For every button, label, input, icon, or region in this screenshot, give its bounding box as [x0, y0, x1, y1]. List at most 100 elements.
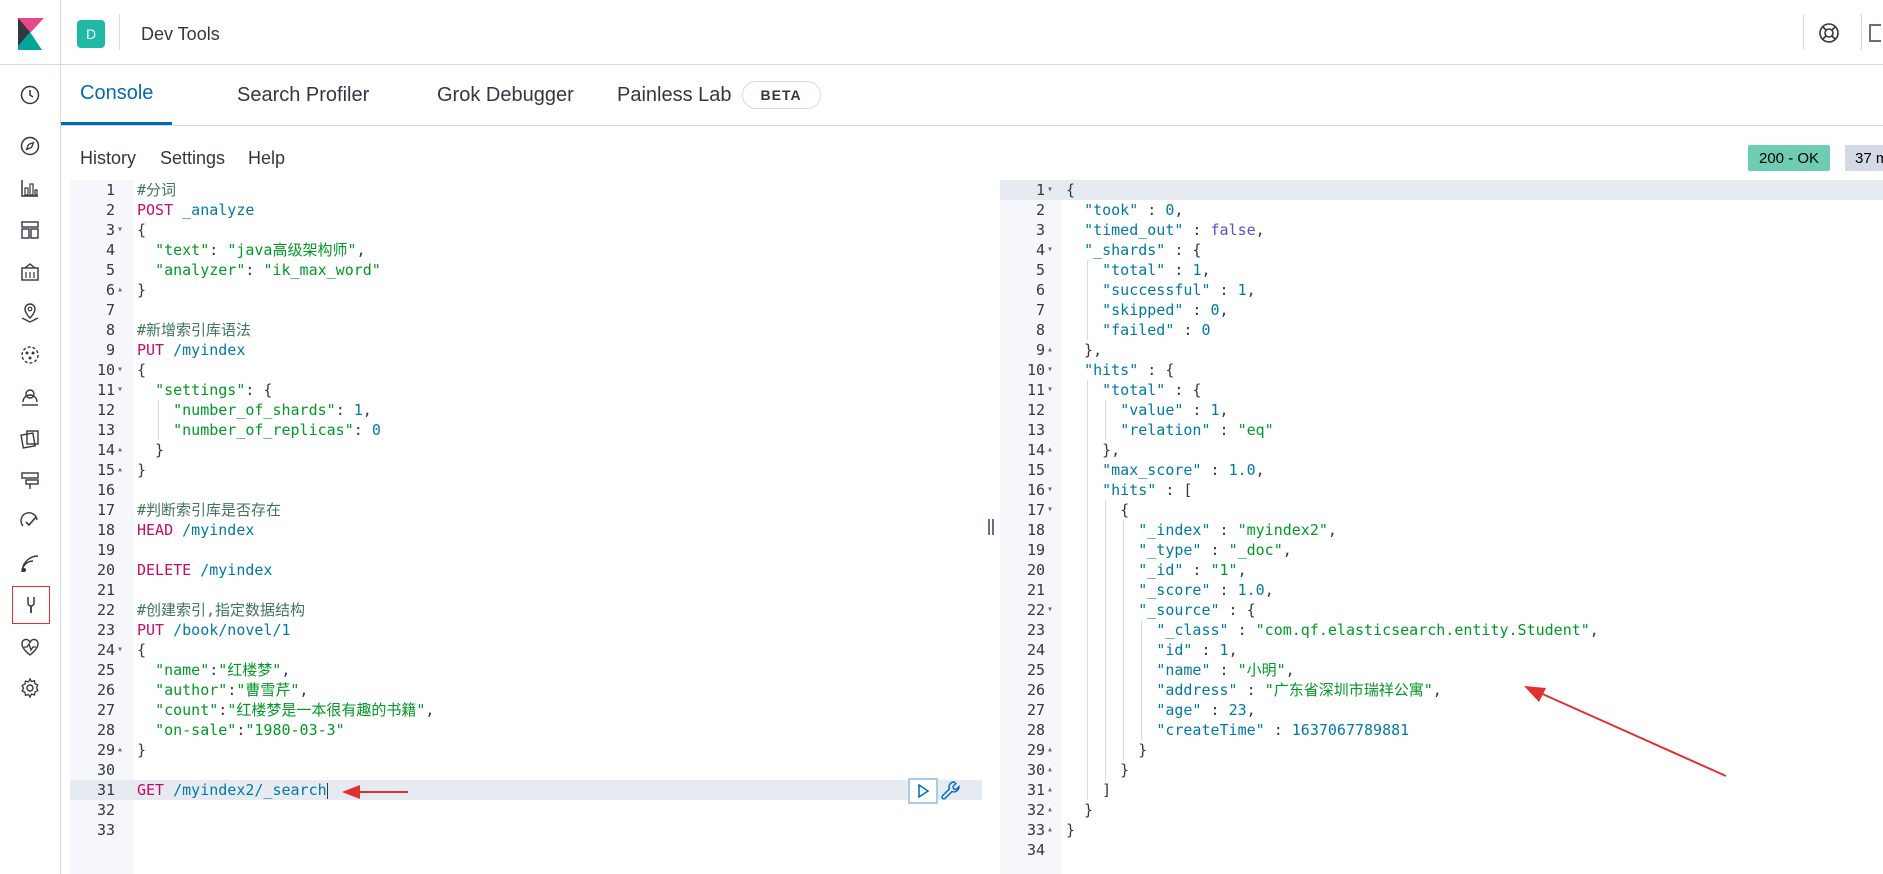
- code-line[interactable]: 28 "on-sale":"1980-03-3": [70, 720, 982, 740]
- code-line[interactable]: 33 ▴}: [1000, 820, 1883, 840]
- help-button[interactable]: Help: [248, 148, 285, 169]
- code-line[interactable]: 25 "name":"红楼梦",: [70, 660, 982, 680]
- tab-painless-lab[interactable]: Painless Lab BETA: [598, 65, 840, 125]
- newsfeed-icon[interactable]: [1869, 24, 1881, 42]
- tab-grok-debugger[interactable]: Grok Debugger: [418, 65, 593, 125]
- fold-toggle-icon[interactable]: ▾: [117, 220, 129, 240]
- code-line[interactable]: 1 #分词: [70, 180, 982, 200]
- code-line[interactable]: 19 "_type" : "_doc",: [1000, 540, 1883, 560]
- fold-toggle-icon[interactable]: ▾: [117, 640, 129, 660]
- fold-toggle-icon[interactable]: ▴: [1047, 740, 1059, 760]
- fold-toggle-icon[interactable]: ▾: [1047, 600, 1059, 620]
- maps-nav-button[interactable]: [15, 298, 45, 328]
- management-nav-button[interactable]: [15, 673, 45, 703]
- code-line[interactable]: 24 "id" : 1,: [1000, 640, 1883, 660]
- fold-toggle-icon[interactable]: ▴: [117, 440, 129, 460]
- code-line[interactable]: 22 #创建索引,指定数据结构: [70, 600, 982, 620]
- code-line[interactable]: 7 "skipped" : 0,: [1000, 300, 1883, 320]
- code-line[interactable]: 31 ▴ ]: [1000, 780, 1883, 800]
- code-line[interactable]: 4 ▾ "_shards" : {: [1000, 240, 1883, 260]
- code-line[interactable]: 13 "number_of_replicas": 0: [70, 420, 982, 440]
- code-line[interactable]: 32: [70, 800, 982, 820]
- code-line[interactable]: 29 ▴ }: [1000, 740, 1883, 760]
- code-line[interactable]: 14 ▴ },: [1000, 440, 1883, 460]
- fold-toggle-icon[interactable]: ▾: [1047, 360, 1059, 380]
- dashboard-nav-button[interactable]: [15, 215, 45, 245]
- code-line[interactable]: 11 ▾ "total" : {: [1000, 380, 1883, 400]
- code-line[interactable]: 3 "timed_out" : false,: [1000, 220, 1883, 240]
- code-line[interactable]: 1 ▾ {: [1000, 180, 1883, 200]
- code-line[interactable]: 3 ▾ {: [70, 220, 982, 240]
- code-line[interactable]: 32 ▴ }: [1000, 800, 1883, 820]
- tab-console[interactable]: Console: [61, 65, 173, 125]
- code-line[interactable]: 25 "name" : "小明",: [1000, 660, 1883, 680]
- code-line[interactable]: 14 ▴ }: [70, 440, 982, 460]
- code-line[interactable]: 5 "total" : 1,: [1000, 260, 1883, 280]
- code-line[interactable]: 18 "_index" : "myindex2",: [1000, 520, 1883, 540]
- history-button[interactable]: History: [80, 148, 136, 169]
- monitoring-nav-button[interactable]: [15, 632, 45, 662]
- fold-toggle-icon[interactable]: ▾: [1047, 480, 1059, 500]
- code-line[interactable]: 28 "createTime" : 1637067789881: [1000, 720, 1883, 740]
- pane-resizer[interactable]: [982, 180, 1000, 874]
- visualize-nav-button[interactable]: [15, 173, 45, 203]
- code-line[interactable]: 10 ▾ "hits" : {: [1000, 360, 1883, 380]
- canvas-nav-button[interactable]: [15, 257, 45, 287]
- code-line[interactable]: 6 "successful" : 1,: [1000, 280, 1883, 300]
- code-line[interactable]: 21 "_score" : 1.0,: [1000, 580, 1883, 600]
- code-line[interactable]: 22 ▾ "_source" : {: [1000, 600, 1883, 620]
- ml-nav-button[interactable]: [15, 340, 45, 370]
- code-line[interactable]: 6 ▴}: [70, 280, 982, 300]
- code-line[interactable]: 11 ▾ "settings": {: [70, 380, 982, 400]
- fold-toggle-icon[interactable]: ▴: [1047, 780, 1059, 800]
- wrench-icon[interactable]: [940, 780, 962, 802]
- code-line[interactable]: 17 #判断索引库是否存在: [70, 500, 982, 520]
- code-line[interactable]: 17 ▾ {: [1000, 500, 1883, 520]
- code-line[interactable]: 26 "address" : "广东省深圳市瑞祥公寓",: [1000, 680, 1883, 700]
- code-line[interactable]: 27 "count":"红楼梦是一本很有趣的书籍",: [70, 700, 982, 720]
- code-line[interactable]: 9 ▴ },: [1000, 340, 1883, 360]
- code-line[interactable]: 12 "number_of_shards": 1,: [70, 400, 982, 420]
- fold-toggle-icon[interactable]: ▴: [1047, 820, 1059, 840]
- kibana-logo-icon[interactable]: [12, 16, 48, 52]
- siem-nav-button[interactable]: [15, 549, 45, 579]
- fold-toggle-icon[interactable]: ▴: [1047, 440, 1059, 460]
- code-line[interactable]: 16 ▾ "hits" : [: [1000, 480, 1883, 500]
- fold-toggle-icon[interactable]: ▾: [1047, 240, 1059, 260]
- fold-toggle-icon[interactable]: ▾: [1047, 180, 1059, 200]
- fold-toggle-icon[interactable]: ▴: [117, 740, 129, 760]
- code-line[interactable]: 29 ▴}: [70, 740, 982, 760]
- code-line[interactable]: 20 "_id" : "1",: [1000, 560, 1883, 580]
- settings-button[interactable]: Settings: [160, 148, 225, 169]
- code-line[interactable]: 2 POST _analyze: [70, 200, 982, 220]
- code-line[interactable]: 13 "relation" : "eq": [1000, 420, 1883, 440]
- code-line[interactable]: 5 "analyzer": "ik_max_word": [70, 260, 982, 280]
- code-line[interactable]: 23 "_class" : "com.qf.elasticsearch.enti…: [1000, 620, 1883, 640]
- dev-tools-nav-button[interactable]: [12, 586, 50, 624]
- code-line[interactable]: 8 "failed" : 0: [1000, 320, 1883, 340]
- code-line[interactable]: 15 ▴}: [70, 460, 982, 480]
- code-line[interactable]: 34: [1000, 840, 1883, 860]
- code-line[interactable]: 19: [70, 540, 982, 560]
- tab-search-profiler[interactable]: Search Profiler: [218, 65, 388, 125]
- infrastructure-nav-button[interactable]: [15, 382, 45, 412]
- code-line[interactable]: 31 GET /myindex2/_search: [70, 780, 982, 800]
- fold-toggle-icon[interactable]: ▴: [1047, 760, 1059, 780]
- code-line[interactable]: 18 HEAD /myindex: [70, 520, 982, 540]
- fold-toggle-icon[interactable]: ▴: [117, 460, 129, 480]
- fold-toggle-icon[interactable]: ▴: [1047, 800, 1059, 820]
- fold-toggle-icon[interactable]: ▾: [1047, 500, 1059, 520]
- resize-handle-icon[interactable]: [988, 519, 994, 535]
- code-line[interactable]: 23 PUT /book/novel/1: [70, 620, 982, 640]
- send-request-button[interactable]: [908, 778, 938, 804]
- code-line[interactable]: 30 ▴ }: [1000, 760, 1883, 780]
- code-line[interactable]: 30: [70, 760, 982, 780]
- help-icon[interactable]: [1818, 22, 1840, 44]
- code-line[interactable]: 8 #新增索引库语法: [70, 320, 982, 340]
- recent-nav-button[interactable]: [15, 80, 45, 110]
- code-line[interactable]: 16: [70, 480, 982, 500]
- logs-nav-button[interactable]: [15, 424, 45, 454]
- code-line[interactable]: 26 "author":"曹雪芹",: [70, 680, 982, 700]
- uptime-nav-button[interactable]: [15, 507, 45, 537]
- fold-toggle-icon[interactable]: ▴: [1047, 340, 1059, 360]
